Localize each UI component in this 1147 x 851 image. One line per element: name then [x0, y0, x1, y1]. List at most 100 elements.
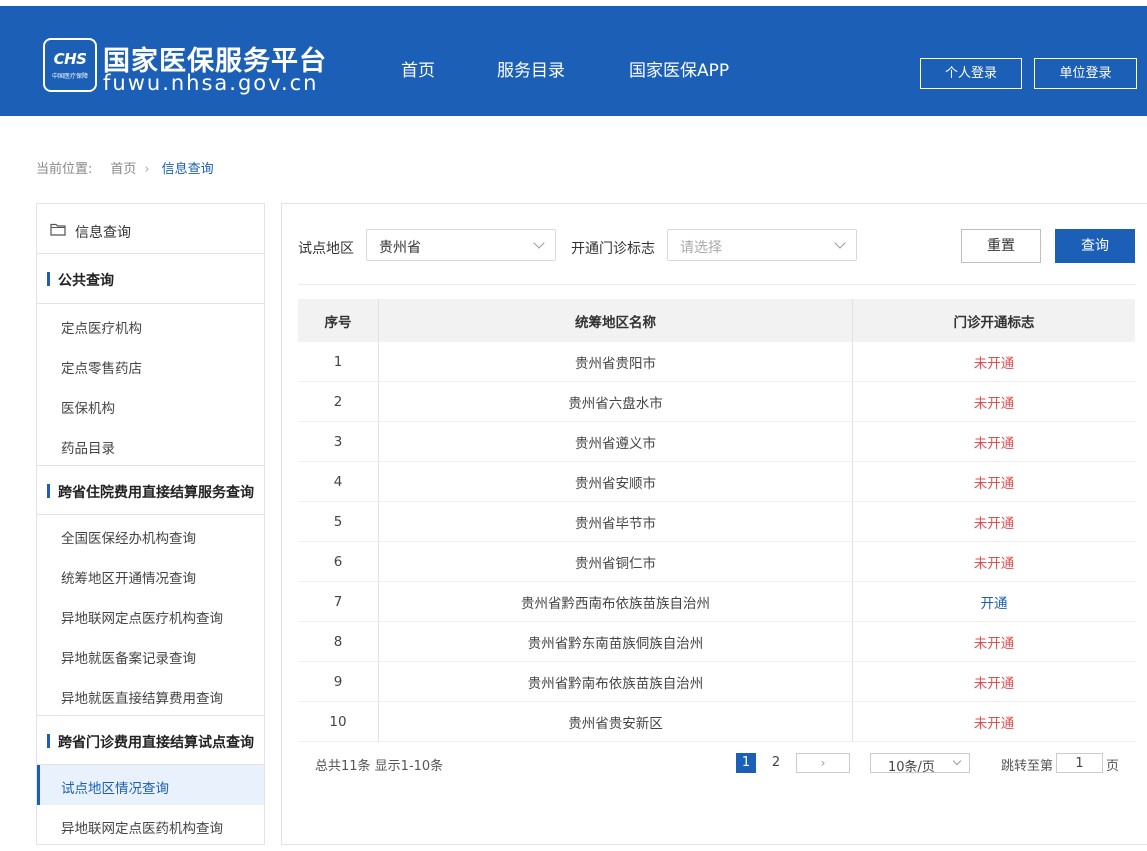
region-filter-label: 试点地区: [298, 241, 354, 257]
table-row: 10 贵州省贵安新区 未开通: [298, 702, 1135, 742]
row-region-name: 贵州省安顺市: [379, 462, 853, 501]
sidebar-group-label: 公共查询: [58, 273, 114, 289]
table-header-row: 序号 统筹地区名称 门诊开通标志: [298, 299, 1135, 342]
sidebar-item-label: 定点零售药店: [61, 361, 142, 377]
sidebar-title: 信息查询: [75, 225, 131, 241]
table-row: 5 贵州省毕节市 未开通: [298, 502, 1135, 542]
sidebar-group-public[interactable]: 公共查询: [37, 254, 264, 304]
reset-button[interactable]: 重置: [961, 229, 1041, 263]
sidebar-item-label: 试点地区情况查询: [61, 781, 169, 797]
sidebar-item-label: 药品目录: [61, 441, 115, 457]
page-size-select[interactable]: 10条/页: [870, 753, 970, 775]
region-select[interactable]: 贵州省: [366, 229, 556, 261]
row-status: 未开通: [973, 555, 1015, 572]
sidebar-group-inpatient-settlement[interactable]: 跨省住院费用直接结算服务查询: [37, 465, 264, 515]
row-number: 3: [298, 422, 379, 461]
main-panel: 试点地区 贵州省 开通门诊标志 请选择 重置 查询 序号 统筹地区名称 门诊开通…: [281, 203, 1147, 845]
clinic-filter-label: 开通门诊标志: [571, 241, 655, 257]
sidebar-item-networked-medical-institutions[interactable]: 异地联网定点医疗机构查询: [37, 595, 264, 635]
row-number: 5: [298, 502, 379, 541]
row-number: 9: [298, 662, 379, 701]
table-row: 1 贵州省贵阳市 未开通: [298, 342, 1135, 382]
sidebar-item-filing-records[interactable]: 异地就医备案记录查询: [37, 635, 264, 675]
sidebar-item-label: 异地联网定点医药机构查询: [61, 821, 223, 837]
sidebar-group-label: 跨省住院费用直接结算服务查询: [58, 485, 254, 501]
table-row: 3 贵州省遵义市 未开通: [298, 422, 1135, 462]
breadcrumb: 当前位置: 首页 › 信息查询: [36, 158, 214, 177]
sidebar-group-outpatient-pilot[interactable]: 跨省门诊费用直接结算试点查询: [37, 715, 264, 765]
table-row: 7 贵州省黔西南布依族苗族自治州 开通: [298, 582, 1135, 622]
row-region-name: 贵州省毕节市: [379, 502, 853, 541]
chevron-down-icon: [834, 237, 846, 249]
sidebar-item-designated-pharmacies[interactable]: 定点零售药店: [37, 345, 264, 385]
row-number: 2: [298, 382, 379, 421]
nav-home[interactable]: 首页: [401, 56, 435, 81]
sidebar-item-label: 统筹地区开通情况查询: [61, 571, 196, 587]
clinic-status-select[interactable]: 请选择: [667, 229, 857, 261]
row-region-name: 贵州省遵义市: [379, 422, 853, 461]
sidebar: 信息查询 公共查询 定点医疗机构 定点零售药店 医保机构 药品目录 跨省住院费用…: [36, 203, 265, 845]
row-status: 未开通: [973, 515, 1015, 532]
row-status: 未开通: [973, 395, 1015, 412]
table-body: 1 贵州省贵阳市 未开通 2 贵州省六盘水市 未开通 3 贵州省遵义市 未开通 4 贵州省安顺市 未开…: [298, 342, 1135, 742]
site-header: CHS 中国医疗保障 国家医保服务平台 fuwu.nhsa.gov.cn 首页 …: [0, 6, 1147, 116]
sidebar-item-networked-pharma-institutions[interactable]: 异地联网定点医药机构查询: [37, 805, 264, 845]
personal-login-button[interactable]: 个人登录: [920, 58, 1022, 89]
sidebar-item-settlement-costs[interactable]: 异地就医直接结算费用查询: [37, 675, 264, 715]
page-button-2[interactable]: 2: [766, 753, 786, 773]
chevron-right-icon: ›: [820, 756, 826, 770]
results-table: 序号 统筹地区名称 门诊开通标志 1 贵州省贵阳市 未开通 2 贵州省六盘水市 未开通 3 贵…: [298, 299, 1135, 742]
nav-app[interactable]: 国家医保APP: [629, 56, 729, 81]
chevron-down-icon: [952, 756, 962, 766]
sidebar-item-region-status[interactable]: 统筹地区开通情况查询: [37, 555, 264, 595]
region-select-value: 贵州省: [379, 240, 421, 256]
sidebar-item-insurance-agencies[interactable]: 医保机构: [37, 385, 264, 425]
sidebar-item-pilot-regions[interactable]: 试点地区情况查询: [37, 765, 264, 805]
table-row: 2 贵州省六盘水市 未开通: [298, 382, 1135, 422]
next-page-button[interactable]: ›: [796, 753, 850, 773]
column-header-region: 统筹地区名称: [379, 299, 853, 342]
search-button[interactable]: 查询: [1055, 229, 1135, 263]
row-region-name: 贵州省贵阳市: [379, 342, 853, 381]
table-row: 8 贵州省黔东南苗族侗族自治州 未开通: [298, 622, 1135, 662]
row-number: 4: [298, 462, 379, 501]
table-row: 6 贵州省铜仁市 未开通: [298, 542, 1135, 582]
sidebar-item-designated-medical-institutions[interactable]: 定点医疗机构: [37, 305, 264, 345]
breadcrumb-current: 信息查询: [161, 162, 214, 177]
chevron-down-icon: [533, 237, 545, 249]
jump-unit: 页: [1106, 759, 1120, 774]
row-status: 开通: [980, 595, 1008, 612]
chevron-right-icon: ›: [144, 162, 150, 177]
breadcrumb-prefix: 当前位置:: [36, 162, 93, 177]
row-region-name: 贵州省黔南布依族苗族自治州: [379, 662, 853, 701]
sidebar-item-label: 异地就医直接结算费用查询: [61, 691, 223, 707]
jump-page-input[interactable]: [1056, 753, 1103, 773]
row-status: 未开通: [973, 635, 1015, 652]
breadcrumb-home[interactable]: 首页: [110, 158, 136, 177]
table-row: 9 贵州省黔南布依族苗族自治州 未开通: [298, 662, 1135, 702]
pagination-summary: 总共11条 显示1-10条: [315, 759, 444, 774]
row-status: 未开通: [973, 715, 1015, 732]
row-status: 未开通: [973, 475, 1015, 492]
jump-label: 跳转至第: [1001, 759, 1054, 774]
group-marker: [47, 484, 50, 498]
table-row: 4 贵州省安顺市 未开通: [298, 462, 1135, 502]
sidebar-group-label: 跨省门诊费用直接结算试点查询: [58, 735, 254, 751]
page-button-1[interactable]: 1: [736, 753, 756, 773]
folder-icon: [50, 223, 66, 236]
row-status: 未开通: [973, 675, 1015, 692]
site-url: fuwu.nhsa.gov.cn: [103, 71, 319, 95]
row-number: 8: [298, 622, 379, 661]
row-number: 10: [298, 702, 379, 741]
sidebar-item-label: 定点医疗机构: [61, 321, 142, 337]
column-header-no: 序号: [298, 299, 379, 342]
chs-logo[interactable]: CHS 中国医疗保障: [43, 38, 97, 92]
row-number: 1: [298, 342, 379, 381]
unit-login-button[interactable]: 单位登录: [1034, 58, 1137, 89]
row-number: 6: [298, 542, 379, 581]
nav-service-catalog[interactable]: 服务目录: [497, 56, 565, 81]
sidebar-item-drug-catalog[interactable]: 药品目录: [37, 425, 264, 465]
logo-subtext: 中国医疗保障: [51, 73, 88, 80]
sidebar-item-national-agencies[interactable]: 全国医保经办机构查询: [37, 515, 264, 555]
sidebar-item-label: 医保机构: [61, 401, 115, 417]
